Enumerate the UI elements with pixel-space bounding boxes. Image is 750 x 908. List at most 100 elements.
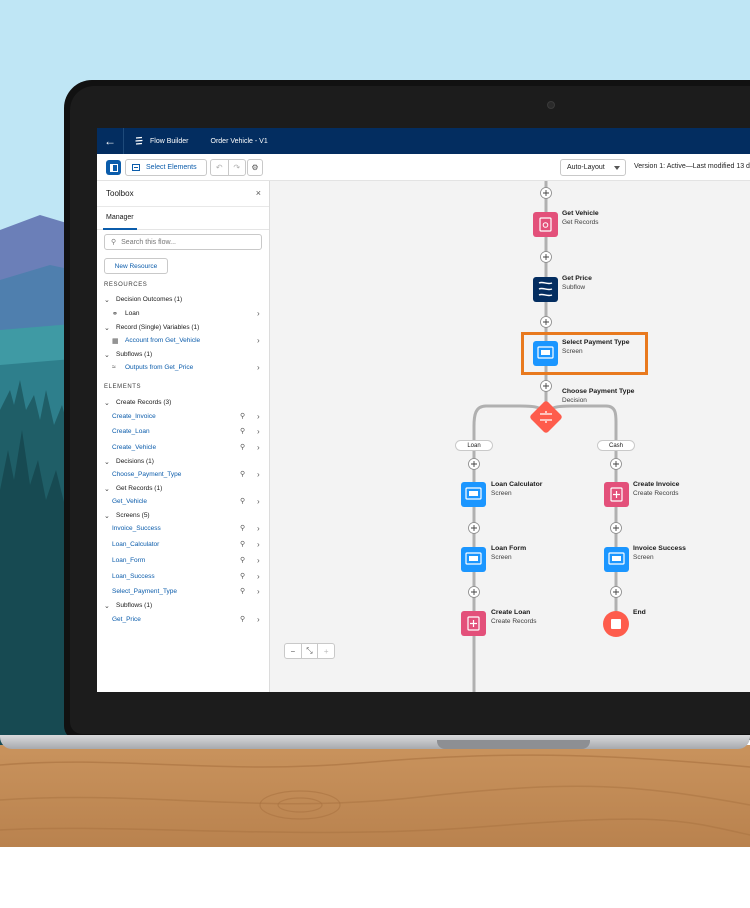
resources-heading: RESOURCES bbox=[104, 282, 148, 288]
search-icon[interactable]: ⚲ bbox=[240, 556, 245, 564]
search-icon[interactable]: ⚲ bbox=[240, 412, 245, 420]
chevron-right-icon[interactable]: › bbox=[257, 587, 260, 596]
node-type: Create Records bbox=[633, 490, 679, 497]
flow-canvas[interactable]: Get Vehicle Get Records Get Price Subflo… bbox=[270, 181, 750, 692]
element-item[interactable]: Loan_Calculator ⚲ › bbox=[97, 539, 269, 551]
resource-category[interactable]: ⌄ Decision Outcomes (1) bbox=[97, 294, 269, 306]
chevron-down-icon: ⌄ bbox=[104, 459, 110, 466]
element-item[interactable]: Select_Payment_Type ⚲ › bbox=[97, 586, 269, 598]
chevron-right-icon[interactable]: › bbox=[257, 540, 260, 549]
zoom-in-button[interactable]: + bbox=[317, 644, 334, 658]
chevron-right-icon[interactable]: › bbox=[257, 427, 260, 436]
search-icon[interactable]: ⚲ bbox=[240, 470, 245, 478]
chevron-down-icon: ⌄ bbox=[104, 400, 110, 407]
search-icon[interactable]: ⚲ bbox=[240, 572, 245, 580]
element-item-label: Loan_Calculator bbox=[112, 541, 160, 548]
fit-to-view-button[interactable]: ⤡ bbox=[300, 644, 318, 658]
subflow-icon: ≈ bbox=[112, 364, 116, 371]
element-item-label: Create_Invoice bbox=[112, 413, 156, 420]
back-button[interactable]: ← bbox=[97, 128, 123, 154]
element-category[interactable]: ⌄ Get Records (1) bbox=[97, 483, 269, 495]
search-icon[interactable]: ⚲ bbox=[240, 427, 245, 435]
branch-label-cash[interactable]: Cash bbox=[597, 440, 635, 451]
search-icon[interactable]: ⚲ bbox=[240, 443, 245, 451]
node-label[interactable]: Choose Payment Type bbox=[562, 388, 634, 395]
chevron-right-icon[interactable]: › bbox=[257, 470, 260, 479]
desk-grain bbox=[0, 754, 750, 836]
chevron-right-icon[interactable]: › bbox=[257, 336, 260, 345]
element-item-label: Select_Payment_Type bbox=[112, 588, 178, 595]
element-item[interactable]: Get_Vehicle ⚲ › bbox=[97, 496, 269, 508]
chevron-right-icon[interactable]: › bbox=[257, 524, 260, 533]
chevron-right-icon[interactable]: › bbox=[257, 309, 260, 318]
category-label: Get Records (1) bbox=[116, 485, 163, 492]
element-category[interactable]: ⌄ Screens (5) bbox=[97, 510, 269, 522]
element-item[interactable]: Create_Loan ⚲ › bbox=[97, 426, 269, 438]
select-elements-button[interactable]: Select Elements bbox=[125, 159, 207, 176]
node-type: Get Records bbox=[562, 219, 599, 226]
get-records-node bbox=[533, 212, 558, 237]
search-icon[interactable]: ⚲ bbox=[240, 587, 245, 595]
search-icon[interactable]: ⚲ bbox=[240, 497, 245, 505]
element-item[interactable]: Get_Price ⚲ › bbox=[97, 614, 269, 626]
record-icon: ▦ bbox=[112, 338, 119, 345]
layout-select-value: Auto-Layout bbox=[567, 164, 605, 171]
chevron-right-icon[interactable]: › bbox=[257, 615, 260, 624]
toggle-toolbox-button[interactable] bbox=[106, 160, 121, 175]
chevron-right-icon[interactable]: › bbox=[257, 556, 260, 565]
element-item[interactable]: Create_Vehicle ⚲ › bbox=[97, 442, 269, 454]
tab-manager[interactable]: Manager bbox=[103, 207, 137, 230]
marketing-scene: ← Flow Builder Order Vehicle - V1 Select… bbox=[0, 0, 750, 908]
search-icon[interactable]: ⚲ bbox=[240, 615, 245, 623]
node-label[interactable]: End bbox=[633, 609, 646, 616]
element-item[interactable]: Create_Invoice ⚲ › bbox=[97, 411, 269, 423]
chevron-right-icon[interactable]: › bbox=[257, 412, 260, 421]
resource-item[interactable]: ▦ Account from Get_Vehicle › bbox=[97, 335, 269, 347]
resource-category[interactable]: ⌄ Record (Single) Variables (1) bbox=[97, 322, 269, 334]
resource-category[interactable]: ⌄ Subflows (1) bbox=[97, 349, 269, 361]
chevron-right-icon[interactable]: › bbox=[257, 572, 260, 581]
node-label[interactable]: Get Price bbox=[562, 275, 592, 282]
element-item[interactable]: Invoice_Success ⚲ › bbox=[97, 523, 269, 535]
element-category[interactable]: ⌄ Subflows (1) bbox=[97, 600, 269, 612]
version-status: Version 1: Active—Last modified 13 d bbox=[634, 163, 750, 170]
redo-icon[interactable]: ↷ bbox=[227, 160, 246, 175]
resource-item-label: Outputs from Get_Price bbox=[125, 364, 194, 371]
chevron-down-icon: ⌄ bbox=[104, 513, 110, 520]
element-item[interactable]: Choose_Payment_Type ⚲ › bbox=[97, 469, 269, 481]
element-item[interactable]: Loan_Success ⚲ › bbox=[97, 571, 269, 583]
element-category[interactable]: ⌄ Decisions (1) bbox=[97, 456, 269, 468]
select-elements-label: Select Elements bbox=[146, 164, 197, 171]
node-label[interactable]: Invoice Success bbox=[633, 545, 686, 552]
undo-icon[interactable]: ↶ bbox=[211, 160, 228, 175]
branch-label-loan[interactable]: Loan bbox=[455, 440, 493, 451]
node-label[interactable]: Get Vehicle bbox=[562, 210, 599, 217]
node-label[interactable]: Create Invoice bbox=[633, 481, 679, 488]
element-category[interactable]: ⌄ Create Records (3) bbox=[97, 397, 269, 409]
search-input[interactable]: ⚲ Search this flow... bbox=[104, 234, 262, 250]
resource-item-label: Account from Get_Vehicle bbox=[125, 337, 201, 344]
chevron-right-icon[interactable]: › bbox=[257, 443, 260, 452]
layout-select[interactable]: Auto-Layout bbox=[560, 159, 626, 176]
node-label[interactable]: Loan Form bbox=[491, 545, 526, 552]
chevron-right-icon[interactable]: › bbox=[257, 363, 260, 372]
search-icon[interactable]: ⚲ bbox=[240, 524, 245, 532]
resource-item[interactable]: ≈ Outputs from Get_Price › bbox=[97, 362, 269, 374]
header-divider bbox=[123, 128, 124, 154]
search-icon[interactable]: ⚲ bbox=[240, 540, 245, 548]
close-icon[interactable]: × bbox=[256, 188, 261, 198]
new-resource-button[interactable]: New Resource bbox=[104, 258, 168, 274]
chevron-right-icon[interactable]: › bbox=[257, 497, 260, 506]
node-type: Decision bbox=[562, 397, 587, 404]
resource-item[interactable]: ⚭ Loan › bbox=[97, 308, 269, 320]
category-label: Subflows (1) bbox=[116, 602, 153, 609]
zoom-out-button[interactable]: − bbox=[285, 644, 301, 658]
node-label[interactable]: Select Payment Type bbox=[562, 339, 630, 346]
screen-node bbox=[461, 482, 486, 507]
element-item[interactable]: Loan_Form ⚲ › bbox=[97, 555, 269, 567]
node-label[interactable]: Create Loan bbox=[491, 609, 530, 616]
chevron-down-icon bbox=[614, 166, 620, 170]
node-label[interactable]: Loan Calculator bbox=[491, 481, 542, 488]
zoom-controls: − ⤡ + bbox=[284, 643, 335, 659]
settings-button[interactable]: ⚙ bbox=[247, 159, 263, 176]
